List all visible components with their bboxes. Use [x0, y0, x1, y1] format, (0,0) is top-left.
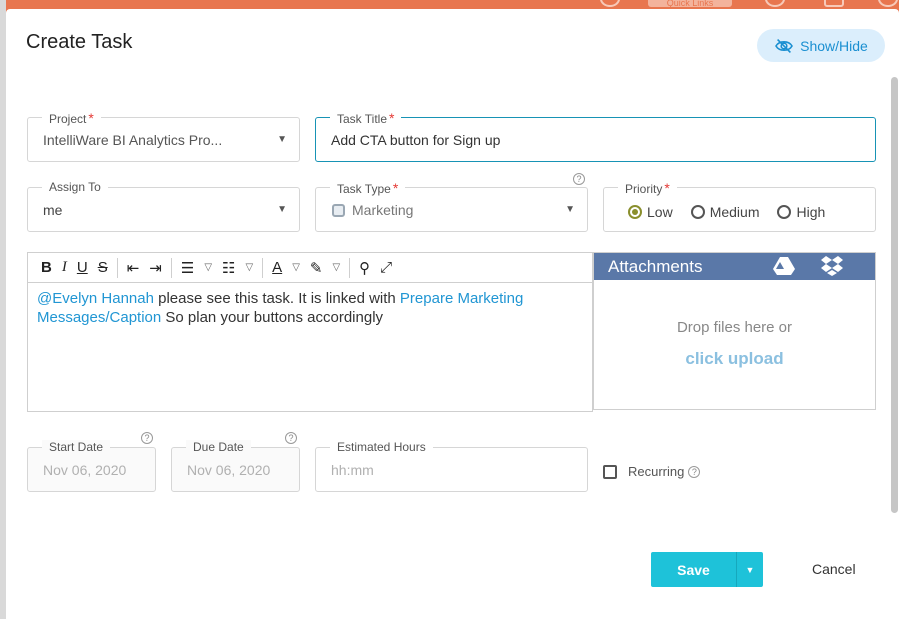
modal-scrollbar[interactable]	[891, 77, 898, 513]
editor-text: So plan your buttons accordingly	[161, 309, 384, 326]
chevron-down-icon[interactable]: ▽	[240, 262, 258, 273]
save-options-dropdown[interactable]: ▼	[737, 552, 763, 587]
required-marker: *	[88, 110, 94, 126]
due-date-help-icon[interactable]: ?	[285, 432, 297, 444]
radio-checked-icon	[628, 205, 642, 219]
italic-icon[interactable]: I	[57, 259, 72, 276]
priority-medium-label: Medium	[709, 204, 760, 220]
due-date-value: Nov 06, 2020	[187, 462, 271, 478]
recurring-help-icon[interactable]: ?	[688, 465, 701, 478]
estimated-hours-input[interactable]: Estimated Hours hh:mm	[315, 440, 588, 492]
editor-toolbar: B I U S ⇤ ⇥ ☰ ▽ ☷ ▽ A ▽ ✎ ▽ ⚲ ⤢	[28, 253, 592, 283]
eye-slash-icon	[775, 38, 794, 53]
task-title-label: Task Title	[337, 112, 388, 126]
save-split-button: Save ▼	[651, 552, 763, 587]
editor-content[interactable]: @Evelyn Hannah please see this task. It …	[28, 283, 592, 333]
chevron-down-icon[interactable]: ▽	[287, 262, 305, 273]
required-marker: *	[389, 110, 395, 126]
chevron-down-icon: ▼	[277, 134, 287, 145]
estimated-hours-placeholder: hh:mm	[331, 462, 374, 478]
chevron-down-icon[interactable]: ▽	[327, 262, 345, 273]
due-date-input[interactable]: Due Date Nov 06, 2020	[171, 440, 300, 492]
recurring-label-group: Recurring ?	[628, 464, 701, 479]
toolbar-divider	[349, 257, 351, 278]
dropbox-icon[interactable]	[821, 256, 843, 276]
show-hide-label: Show/Hide	[800, 37, 868, 54]
priority-high-radio[interactable]: High	[777, 204, 825, 220]
task-type-help-icon[interactable]: ?	[573, 173, 585, 185]
task-type-select[interactable]: Task Type * Marketing ▼	[315, 180, 588, 232]
radio-unchecked-icon	[690, 205, 705, 219]
priority-label: Priority	[625, 182, 663, 196]
create-task-modal: Create Task Show/Hide Project * IntelliWa…	[6, 9, 899, 619]
indent-icon[interactable]: ⇥	[144, 259, 167, 277]
drop-files-text: Drop files here or	[676, 319, 793, 336]
radio-unchecked-icon	[777, 205, 792, 219]
description-editor: B I U S ⇤ ⇥ ☰ ▽ ☷ ▽ A ▽ ✎ ▽ ⚲ ⤢ @Evelyn …	[27, 252, 593, 412]
required-marker: *	[664, 180, 670, 196]
project-label: Project	[49, 112, 87, 126]
toolbar-divider	[170, 257, 172, 278]
required-marker: *	[392, 180, 399, 196]
assign-to-select[interactable]: Assign To me ▼	[27, 180, 300, 232]
priority-group: Priority * Low Medium High	[603, 180, 876, 232]
task-title-legend: Task Title *	[330, 110, 402, 126]
chevron-down-icon: ▼	[277, 204, 287, 215]
underline-icon[interactable]: U	[72, 259, 93, 276]
editor-text: please see this task. It is linked with	[153, 290, 400, 307]
chevron-down-icon[interactable]: ▽	[199, 262, 217, 273]
assign-to-label: Assign To	[42, 180, 108, 194]
mention-link[interactable]: @Evelyn Hannah	[37, 290, 154, 307]
show-hide-button[interactable]: Show/Hide	[757, 29, 885, 62]
fullscreen-icon[interactable]: ⤢	[375, 259, 397, 276]
toolbar-divider	[116, 257, 118, 278]
attachments-title: Attachments	[608, 256, 703, 276]
project-select[interactable]: Project * IntelliWare BI Analytics Pro...…	[27, 110, 300, 162]
toolbar-divider	[262, 257, 264, 278]
save-label: Save	[677, 561, 710, 578]
assign-to-value: me	[43, 202, 63, 218]
bold-icon[interactable]: B	[36, 259, 57, 276]
project-value: IntelliWare BI Analytics Pro...	[43, 132, 223, 148]
task-type-legend: Task Type *	[330, 180, 406, 196]
font-color-icon[interactable]: A	[267, 259, 287, 276]
start-date-value: Nov 06, 2020	[43, 462, 127, 478]
task-type-value: Marketing	[352, 202, 414, 218]
cancel-button[interactable]: Cancel	[812, 561, 856, 577]
caret-down-icon: ▼	[745, 564, 755, 575]
save-button[interactable]: Save	[651, 552, 737, 587]
priority-low-label: Low	[647, 204, 673, 220]
highlight-icon[interactable]: ✎	[305, 259, 328, 277]
modal-title: Create Task	[26, 31, 133, 53]
start-date-help-icon[interactable]: ?	[141, 432, 153, 444]
strikethrough-icon[interactable]: S	[93, 259, 113, 276]
recurring-checkbox[interactable]	[603, 465, 617, 479]
project-legend: Project *	[42, 110, 101, 126]
start-date-label: Start Date	[42, 440, 111, 454]
google-drive-icon[interactable]	[773, 257, 795, 275]
attachments-panel: Attachments Drop files here or click upl…	[593, 252, 876, 410]
priority-legend: Priority *	[618, 180, 677, 196]
task-title-input[interactable]: Task Title * Add CTA button for Sign up	[315, 110, 876, 162]
attachments-header: Attachments	[594, 253, 875, 280]
chat-icon[interactable]	[824, 0, 844, 7]
priority-low-radio[interactable]: Low	[628, 204, 673, 220]
stamp-icon[interactable]: ⚲	[354, 259, 375, 277]
chevron-down-icon: ▼	[565, 204, 575, 215]
recurring-label: Recurring	[628, 464, 685, 479]
start-date-input[interactable]: Start Date Nov 06, 2020	[27, 440, 156, 492]
task-type-color-swatch	[332, 204, 345, 217]
task-type-label: Task Type	[337, 182, 391, 196]
priority-medium-radio[interactable]: Medium	[690, 204, 760, 220]
unordered-list-icon[interactable]: ☷	[217, 259, 240, 277]
quick-links-button[interactable]: Quick Links	[648, 0, 732, 7]
ordered-list-icon[interactable]: ☰	[176, 259, 199, 277]
due-date-label: Due Date	[186, 440, 251, 454]
estimated-hours-label: Estimated Hours	[330, 440, 433, 454]
outdent-icon[interactable]: ⇤	[122, 259, 145, 277]
click-upload-link[interactable]: click upload	[594, 349, 875, 369]
task-title-value: Add CTA button for Sign up	[331, 132, 501, 148]
priority-high-label: High	[796, 204, 826, 220]
